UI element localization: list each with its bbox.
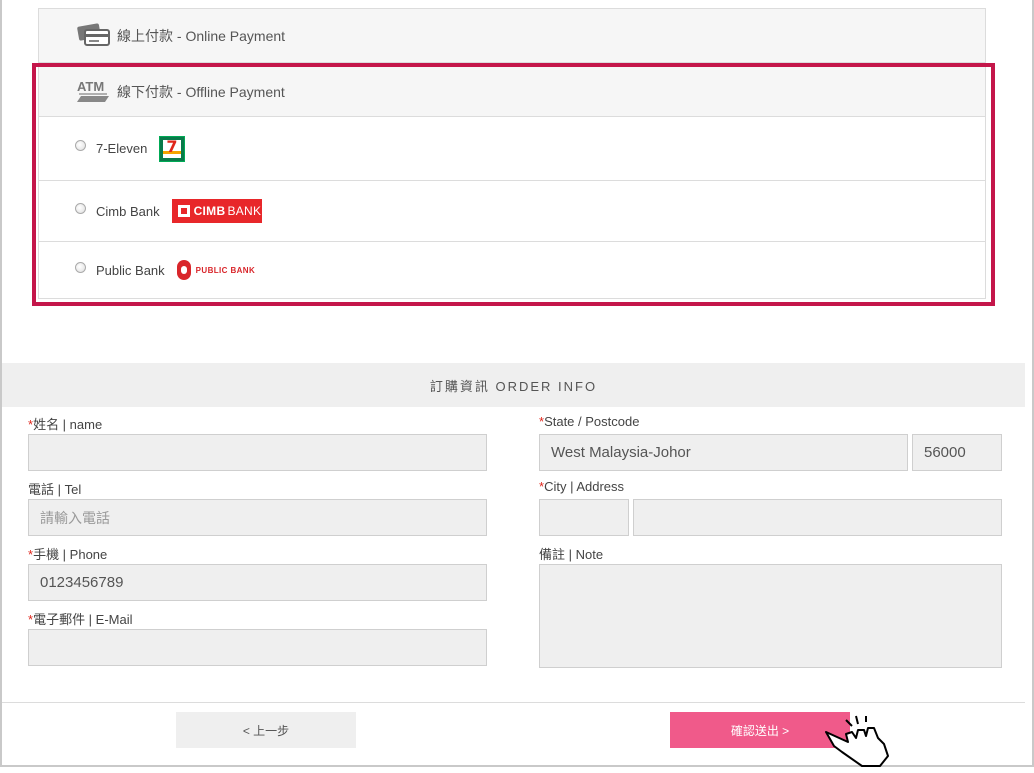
address-input[interactable] bbox=[633, 499, 1002, 536]
online-payment-label: 線上付款 - Online Payment bbox=[117, 27, 286, 44]
name-label: *姓名 | name bbox=[28, 417, 103, 432]
email-input[interactable] bbox=[28, 629, 487, 666]
city-label: *City | Address bbox=[539, 479, 625, 494]
state-select[interactable]: West Malaysia-Johor bbox=[539, 434, 908, 471]
pointing-hand-icon bbox=[822, 712, 894, 768]
tel-label: 電話 | Tel bbox=[28, 482, 82, 497]
note-textarea[interactable] bbox=[539, 564, 1002, 668]
name-input[interactable] bbox=[28, 434, 487, 471]
card-icon bbox=[75, 22, 115, 50]
divider bbox=[2, 702, 1025, 703]
state-label: *State / Postcode bbox=[539, 414, 640, 429]
order-info-header: 訂購資訊 ORDER INFO bbox=[2, 363, 1025, 407]
previous-step-button[interactable]: < 上一步 bbox=[176, 712, 356, 748]
phone-label: *手機 | Phone bbox=[28, 547, 108, 562]
postcode-input[interactable]: 56000 bbox=[912, 434, 1002, 471]
online-payment-header[interactable]: 線上付款 - Online Payment bbox=[38, 8, 986, 63]
note-label: 備註 | Note bbox=[539, 547, 604, 562]
phone-input[interactable]: 0123456789 bbox=[28, 564, 487, 601]
email-label: *電子郵件 | E-Mail bbox=[28, 612, 133, 627]
offline-payment-highlight bbox=[32, 63, 995, 306]
city-select[interactable] bbox=[539, 499, 629, 536]
tel-input[interactable]: 請輸入電話 bbox=[28, 499, 487, 536]
